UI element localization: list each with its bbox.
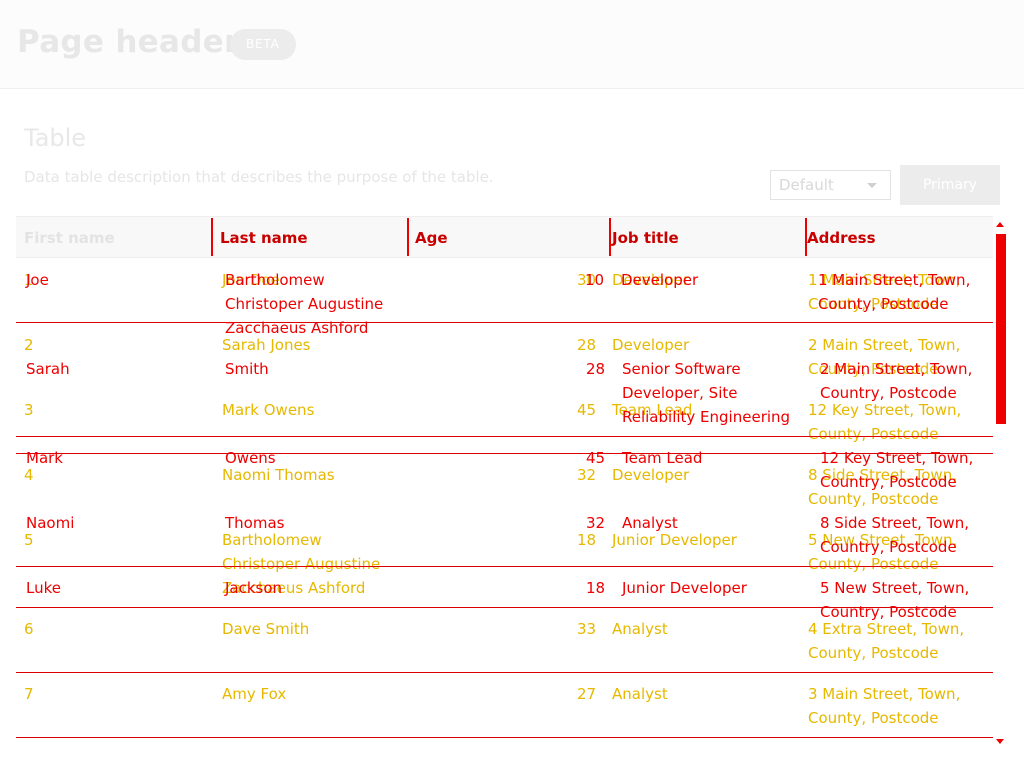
table-cell: 3 Main Street, Town, County, Postcode xyxy=(808,685,961,727)
row-divider xyxy=(16,566,993,567)
overlay-cell: Smith xyxy=(225,360,269,378)
scroll-down-arrow-icon[interactable] xyxy=(996,739,1004,744)
table-cell: Analyst xyxy=(612,620,668,638)
overlay-cell: 8 Side Street, Town, Country, Postcode xyxy=(820,514,969,556)
overlay-cell: 18 xyxy=(586,579,606,597)
column-header-job-title[interactable]: Job title xyxy=(612,226,679,250)
table-cell: 33 xyxy=(577,620,597,638)
table-cell: 3 xyxy=(24,401,34,419)
data-table: First name Last name Age Job title Addre… xyxy=(16,216,993,768)
overlay-cell: Owens xyxy=(225,449,276,467)
table-cell: 2 xyxy=(24,336,34,354)
table-cell: 45 xyxy=(577,401,597,419)
overlay-cell: Jackson xyxy=(225,579,283,597)
table-description: Data table description that describes th… xyxy=(24,168,494,186)
column-header-last-name[interactable]: Last name xyxy=(220,226,308,250)
overlay-cell: Bartholomew Christoper Augustine Zacchae… xyxy=(225,271,384,337)
scrollbar-thumb[interactable] xyxy=(996,234,1006,424)
table-cell: Dave Smith xyxy=(222,620,310,638)
overlay-cell: Team Lead xyxy=(622,449,703,467)
overlay-cell: 1 Main Street, Town, County, Postcode xyxy=(818,271,971,313)
table-cell: 12 Key Street, Town, County, Postcode xyxy=(808,401,962,443)
sort-select[interactable]: Default xyxy=(770,170,891,200)
table-cell: 27 xyxy=(577,685,597,703)
table-cell: 6 xyxy=(24,620,34,638)
overlay-cell: 12 Key Street, Town, Country, Postcode xyxy=(820,449,974,491)
row-divider xyxy=(16,672,993,673)
column-resize-handle[interactable] xyxy=(211,218,213,256)
table-cell: 4 Extra Street, Town, County, Postcode xyxy=(808,620,965,662)
overlay-cell: Naomi xyxy=(26,514,75,532)
row-divider xyxy=(16,737,993,738)
table-cell: Developer xyxy=(612,336,690,354)
column-header-first-name[interactable]: First name xyxy=(24,226,115,250)
table-cell: 7 xyxy=(24,685,34,703)
table-cell: Analyst xyxy=(612,685,668,703)
column-header-age[interactable]: Age xyxy=(415,226,448,250)
table-cell: Mark Owens xyxy=(222,401,315,419)
beta-badge: BETA xyxy=(230,29,296,60)
overlay-cell: 45 xyxy=(586,449,606,467)
column-resize-handle[interactable] xyxy=(609,218,611,256)
overlay-cell: Luke xyxy=(26,579,61,597)
page-title: Page header xyxy=(17,24,240,60)
column-resize-handle[interactable] xyxy=(407,218,409,256)
row-divider xyxy=(16,436,993,437)
overlay-cell: Analyst xyxy=(622,514,678,532)
overlay-cell: 10 xyxy=(585,271,605,289)
overlay-cell: Developer xyxy=(621,271,699,289)
chevron-down-icon xyxy=(867,183,877,188)
table-title: Table xyxy=(24,124,87,152)
overlay-cell: 32 xyxy=(586,514,606,532)
overlay-cell: Thomas xyxy=(225,514,285,532)
overlay-cell: 2 Main Street, Town, Country, Postcode xyxy=(820,360,973,402)
overlay-cell: Sarah xyxy=(26,360,70,378)
page-header-bar: Page header BETA xyxy=(0,0,1024,89)
overlay-cell: Junior Developer xyxy=(622,579,747,597)
overlay-cell: Senior Software Developer, Site Reliabil… xyxy=(622,360,791,426)
overlay-cell: 28 xyxy=(586,360,606,378)
overlay-cell: Mark xyxy=(26,449,63,467)
primary-button[interactable]: Primary xyxy=(900,165,1000,205)
table-cell: 28 xyxy=(577,336,597,354)
overlay-cell: Joe xyxy=(26,271,49,289)
overlay-cell: 5 New Street, Town, Country, Postcode xyxy=(820,579,970,621)
column-header-address[interactable]: Address xyxy=(807,226,876,250)
row-divider xyxy=(16,322,993,323)
table-cell: Amy Fox xyxy=(222,685,287,703)
sort-select-value: Default xyxy=(779,176,834,194)
scroll-up-arrow-icon[interactable] xyxy=(996,222,1004,227)
